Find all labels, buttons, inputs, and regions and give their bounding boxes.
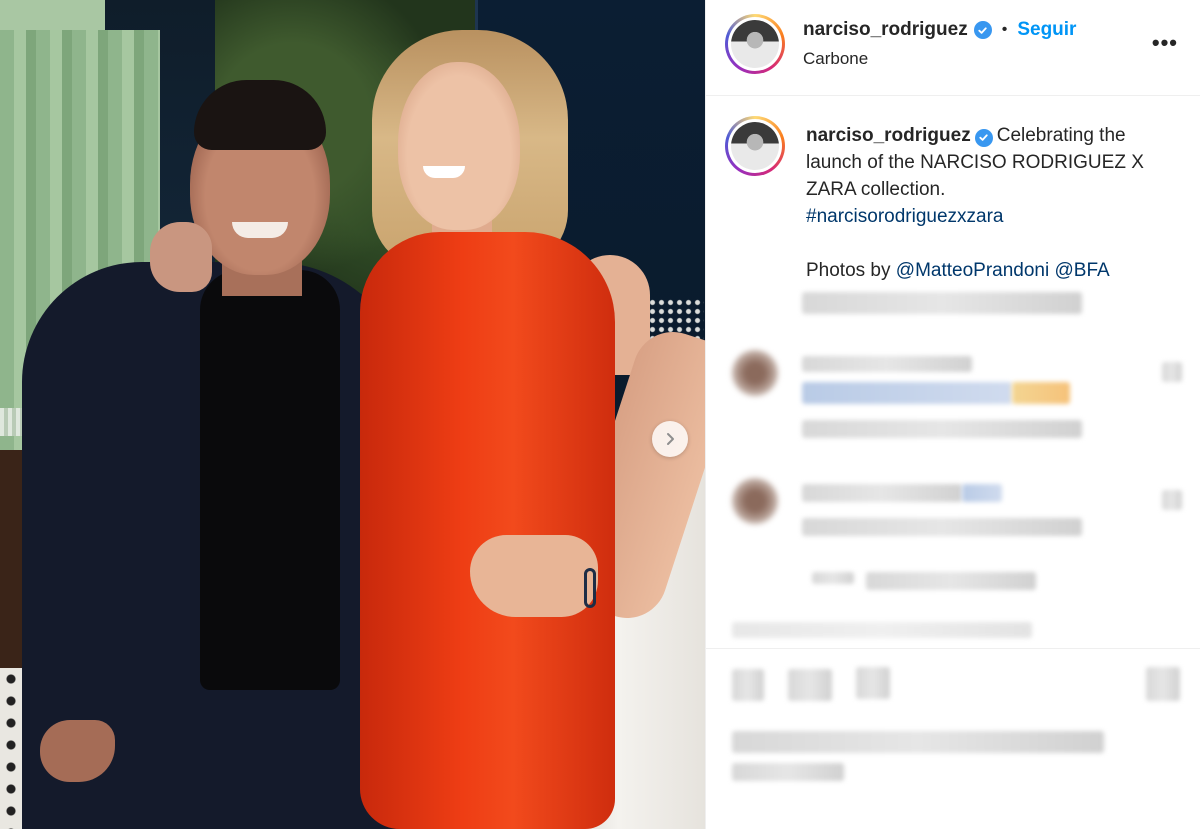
- blurred-post-date: [732, 763, 844, 781]
- blurred-like-button-icon[interactable]: [732, 669, 764, 701]
- woman-red-dress: [360, 232, 615, 829]
- blurred-comment-text: [802, 382, 1012, 404]
- blurred-comment-meta: [802, 420, 1082, 438]
- blurred-save-button-icon[interactable]: [1146, 667, 1180, 701]
- curtain-valance: [0, 0, 105, 34]
- next-photo-button[interactable]: [652, 421, 688, 457]
- blurred-comment-emoji: [1012, 382, 1070, 404]
- woman-face: [398, 62, 520, 230]
- hashtag-link[interactable]: #narcisorodriguezxzara: [806, 206, 1004, 227]
- blurred-share-button-icon[interactable]: [856, 667, 890, 699]
- post-header: narciso_rodriguez • Seguir Carbone •••: [706, 0, 1200, 96]
- blurred-comment-user: [802, 356, 972, 372]
- author-avatar[interactable]: [725, 14, 785, 74]
- blurred-comment-emoji: [962, 484, 1002, 502]
- man-hair: [194, 80, 326, 150]
- separator-dot: •: [1001, 21, 1008, 38]
- blurred-comment-avatar: [732, 478, 778, 524]
- avatar-image: [731, 122, 779, 170]
- mention-link-matteo[interactable]: @MatteoPrandoni: [896, 260, 1049, 281]
- caption-username[interactable]: narciso_rodriguez: [806, 125, 971, 146]
- blurred-like-icon: [1162, 490, 1182, 510]
- verified-badge-icon: [973, 21, 992, 39]
- bracelet: [584, 568, 596, 608]
- woman-hand-on-hip: [470, 535, 598, 617]
- blurred-partial-row: [732, 622, 1032, 638]
- blurred-comment-avatar: [732, 350, 778, 396]
- post-side-panel: narciso_rodriguez • Seguir Carbone ••• n…: [705, 0, 1200, 829]
- blurred-timestamp: [802, 292, 1082, 314]
- blurred-replies-text: [866, 572, 1036, 590]
- blurred-likes-count: [732, 731, 1104, 753]
- avatar-image: [731, 20, 779, 68]
- verified-badge-icon: [974, 128, 993, 147]
- blurred-comment-button-icon[interactable]: [788, 669, 832, 701]
- follow-button[interactable]: Seguir: [1017, 19, 1076, 41]
- man-shirt: [200, 270, 340, 690]
- post-photo[interactable]: [0, 0, 705, 829]
- more-options-icon[interactable]: •••: [1152, 30, 1178, 56]
- blurred-like-icon: [1162, 362, 1182, 382]
- blurred-replies-line: [812, 572, 854, 584]
- woman-hand-on-shoulder: [150, 222, 212, 292]
- woman-smile: [423, 166, 465, 178]
- caption-text: narciso_rodriguez Celebrating the launch …: [806, 122, 1166, 284]
- credits-prefix: Photos by: [806, 260, 891, 281]
- author-username[interactable]: narciso_rodriguez: [803, 19, 968, 41]
- post-actions-bar: [706, 648, 1200, 829]
- blurred-comment-meta: [802, 518, 1082, 536]
- post-location[interactable]: Carbone: [803, 49, 868, 69]
- chevron-right-icon: [667, 433, 674, 445]
- caption-avatar[interactable]: [725, 116, 785, 176]
- blurred-comment-user: [802, 484, 962, 502]
- man-smile: [232, 222, 288, 238]
- mention-link-bfa[interactable]: @BFA: [1055, 260, 1110, 281]
